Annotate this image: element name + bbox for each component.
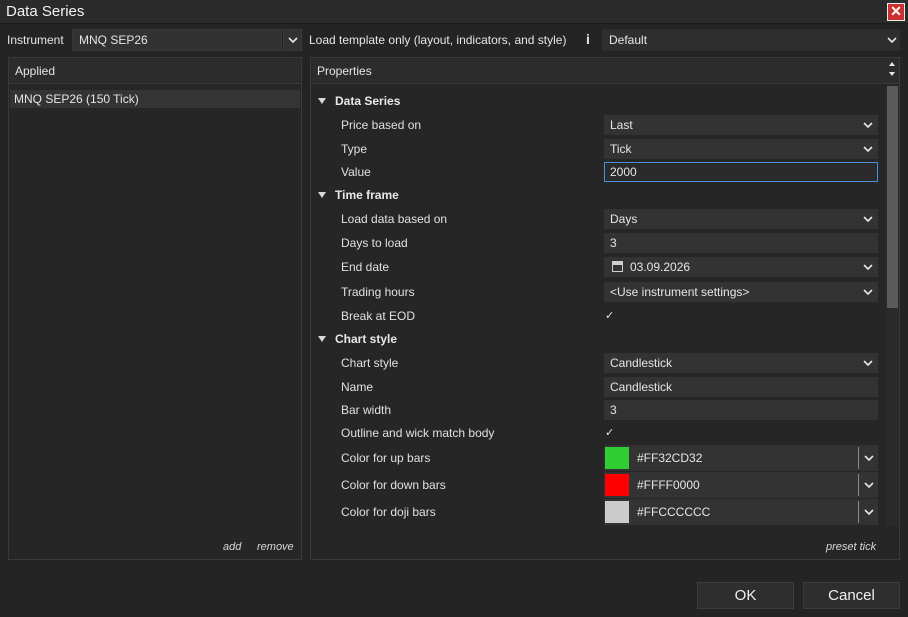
chevron-down-icon [287, 34, 299, 46]
prop-label-days-to-load: Days to load [341, 236, 408, 250]
prop-label-end-date: End date [341, 260, 390, 274]
section-time-frame: Time frame [335, 188, 399, 202]
prop-label-down-color: Color for down bars [341, 478, 446, 492]
prop-label-outline-wick: Outline and wick match body [341, 426, 495, 440]
prop-label-price-based-on: Price based on [341, 118, 422, 132]
down-color-picker[interactable]: #FFFF0000 [604, 472, 878, 498]
up-color-value: #FF32CD32 [637, 451, 703, 465]
up-color-picker[interactable]: #FF32CD32 [604, 445, 878, 471]
chevron-down-icon [862, 357, 874, 369]
type-select[interactable]: Tick [604, 139, 878, 159]
prop-label-chart-style: Chart style [341, 356, 399, 370]
prop-label-name: Name [341, 380, 374, 394]
window-title: Data Series [6, 3, 85, 20]
chevron-down-icon [862, 143, 874, 155]
scrollbar-thumb[interactable] [887, 86, 898, 308]
prop-label-up-color: Color for up bars [341, 451, 431, 465]
chevron-down-icon [862, 119, 874, 131]
end-date-picker[interactable]: 03.09.2026 [604, 257, 878, 277]
chart-style-value: Candlestick [610, 356, 673, 370]
collapse-triangle-icon[interactable] [318, 192, 326, 198]
end-date-value: 03.09.2026 [630, 260, 691, 274]
applied-header: Applied [9, 58, 301, 84]
remove-link[interactable]: remove [257, 541, 294, 553]
scroll-arrows[interactable] [886, 59, 899, 83]
bar-width-input[interactable]: 3 [604, 400, 878, 420]
instrument-label: Instrument [7, 33, 64, 47]
chevron-down-icon [862, 261, 874, 273]
cancel-button[interactable]: Cancel [803, 582, 900, 609]
doji-color-picker[interactable]: #FFCCCCCC [604, 499, 878, 525]
chevron-down-icon [886, 34, 898, 46]
break-at-eod-checkbox[interactable]: ✓ [605, 309, 614, 322]
close-icon: ✕ [890, 3, 902, 19]
price-based-on-select[interactable]: Last [604, 115, 878, 135]
load-data-based-on-select[interactable]: Days [604, 209, 878, 229]
name-input[interactable]: Candlestick [604, 377, 878, 397]
doji-color-value: #FFCCCCCC [637, 505, 711, 519]
prop-label-bar-width: Bar width [341, 403, 392, 417]
trading-hours-value: <Use instrument settings> [610, 285, 750, 299]
divider [858, 447, 859, 469]
instrument-dropdown-button[interactable] [283, 29, 302, 51]
outline-wick-checkbox[interactable]: ✓ [605, 426, 614, 439]
chevron-down-icon[interactable] [863, 506, 875, 518]
price-based-on-value: Last [610, 118, 633, 132]
trading-hours-select[interactable]: <Use instrument settings> [604, 282, 878, 302]
calendar-icon [612, 261, 623, 272]
chevron-down-icon[interactable] [863, 479, 875, 491]
chevron-down-icon [862, 213, 874, 225]
prop-label-break-at-eod: Break at EOD [341, 309, 416, 323]
scroll-down-icon[interactable] [889, 72, 895, 76]
instrument-input[interactable]: MNQ SEP26 [72, 29, 282, 51]
divider [858, 501, 859, 523]
days-to-load-input[interactable]: 3 [604, 233, 878, 253]
scroll-up-icon[interactable] [889, 62, 895, 66]
down-color-value: #FFFF0000 [637, 478, 700, 492]
prop-label-load-data-based-on: Load data based on [341, 212, 448, 226]
down-color-swatch [605, 474, 629, 496]
up-color-swatch [605, 447, 629, 469]
properties-header: Properties [311, 58, 899, 84]
applied-item[interactable]: MNQ SEP26 (150 Tick) [10, 90, 300, 108]
applied-panel: Applied [8, 57, 302, 560]
chevron-down-icon [862, 286, 874, 298]
info-icon[interactable]: i [583, 31, 593, 47]
value-input[interactable]: 2000 [604, 162, 878, 182]
close-button[interactable]: ✕ [887, 3, 905, 21]
template-select[interactable]: Default [602, 29, 900, 51]
prop-label-trading-hours: Trading hours [341, 285, 415, 299]
template-label: Load template only (layout, indicators, … [309, 33, 567, 47]
type-value: Tick [610, 142, 632, 156]
title-bar [0, 0, 908, 24]
chart-style-select[interactable]: Candlestick [604, 353, 878, 373]
doji-color-swatch [605, 501, 629, 523]
template-value: Default [609, 33, 648, 47]
ok-button[interactable]: OK [697, 582, 794, 609]
section-data-series: Data Series [335, 94, 401, 108]
prop-label-value: Value [341, 165, 371, 179]
add-link[interactable]: add [223, 541, 241, 553]
collapse-triangle-icon[interactable] [318, 336, 326, 342]
chevron-down-icon[interactable] [863, 452, 875, 464]
prop-label-doji-color: Color for doji bars [341, 505, 436, 519]
divider [858, 474, 859, 496]
load-data-based-on-value: Days [610, 212, 638, 226]
preset-tick-link[interactable]: preset tick [826, 541, 876, 553]
section-chart-style: Chart style [335, 332, 398, 346]
collapse-triangle-icon[interactable] [318, 98, 326, 104]
prop-label-type: Type [341, 142, 368, 156]
